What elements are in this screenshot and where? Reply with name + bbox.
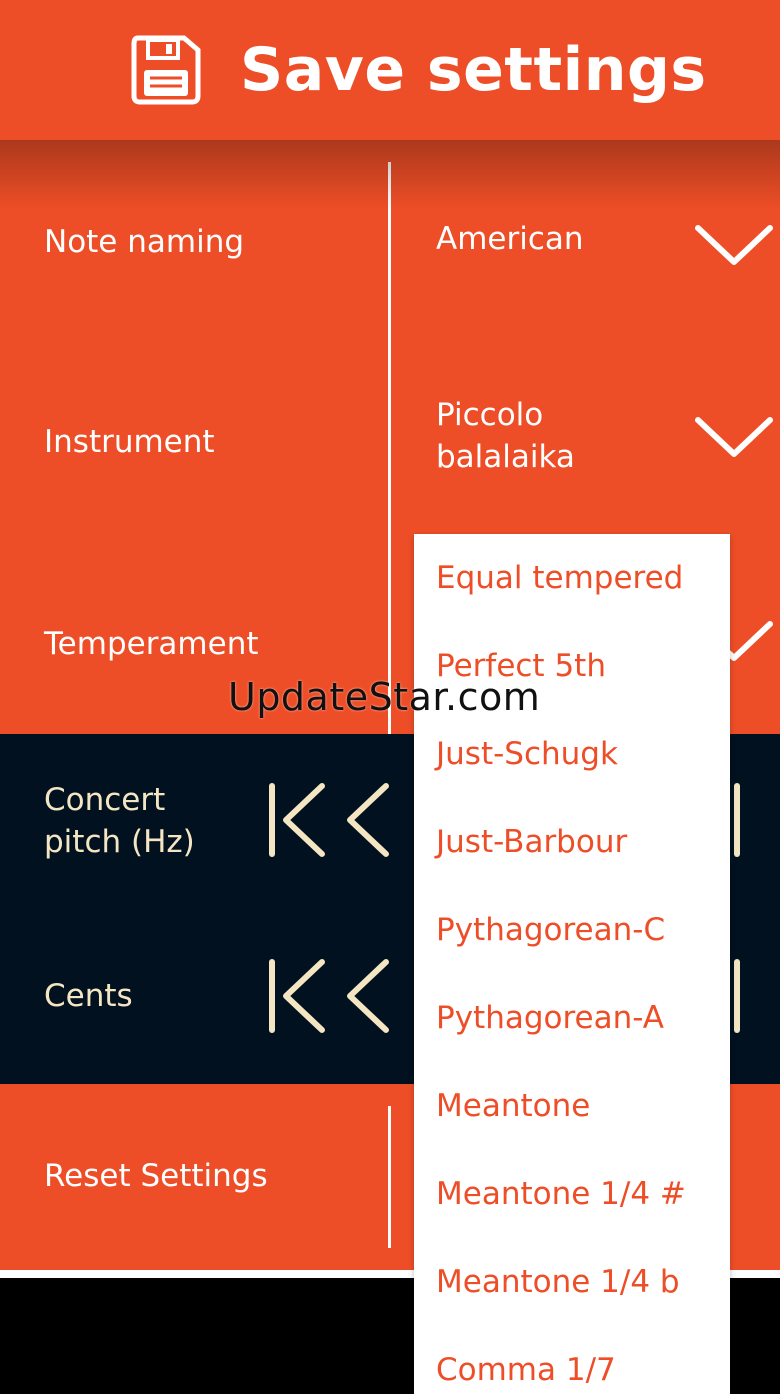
temperament-option[interactable]: Meantone 1/4 b	[436, 1260, 680, 1304]
concert-pitch-label-line1: Concert	[44, 782, 166, 818]
reset-divider	[388, 1106, 391, 1248]
note-naming-value[interactable]: American	[436, 218, 584, 260]
floppy-disk-icon	[131, 35, 201, 105]
concert-pitch-label-line2: pitch (Hz)	[44, 824, 195, 860]
concert-pitch-decrement-icon[interactable]	[266, 780, 396, 860]
header-title: Save settings	[240, 35, 707, 105]
temperament-dropdown-menu: Equal tempered Perfect 5th Just-Schugk J…	[414, 534, 730, 1394]
reset-settings-button[interactable]: Reset Settings	[44, 1154, 268, 1198]
instrument-chevron-down-icon[interactable]	[692, 406, 776, 466]
temperament-option[interactable]: Equal tempered	[436, 556, 683, 600]
instrument-value-line1[interactable]: Piccolo	[436, 394, 543, 436]
note-naming-chevron-down-icon[interactable]	[692, 214, 776, 274]
temperament-option[interactable]: Just-Barbour	[436, 820, 627, 864]
temperament-label: Temperament	[44, 626, 259, 662]
cents-increment-icon[interactable]	[732, 956, 742, 1036]
header-bar: Save settings	[0, 0, 780, 140]
concert-pitch-increment-icon[interactable]	[732, 780, 742, 860]
temperament-option[interactable]: Meantone	[436, 1084, 590, 1128]
watermark-text: UpdateStar.com	[228, 675, 541, 719]
cents-decrement-icon[interactable]	[266, 956, 396, 1036]
temperament-option[interactable]: Pythagorean-C	[436, 908, 665, 952]
save-settings-button[interactable]: Save settings	[120, 20, 706, 120]
temperament-option[interactable]: Meantone 1/4 #	[436, 1172, 686, 1216]
note-naming-label: Note naming	[44, 224, 245, 260]
column-divider	[388, 162, 391, 734]
cents-label: Cents	[44, 978, 133, 1014]
temperament-option[interactable]: Comma 1/7	[436, 1348, 616, 1392]
instrument-value-line2[interactable]: balalaika	[436, 436, 575, 478]
instrument-label: Instrument	[44, 424, 215, 460]
temperament-option[interactable]: Pythagorean-A	[436, 996, 664, 1040]
temperament-option[interactable]: Just-Schugk	[436, 732, 618, 776]
